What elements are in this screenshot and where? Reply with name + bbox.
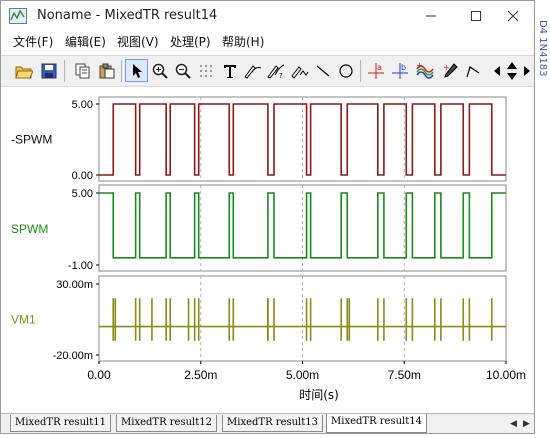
scroll-updown-icon[interactable] (504, 59, 520, 82)
svg-text:?: ? (279, 72, 283, 79)
zoom-out-icon[interactable] (171, 59, 194, 82)
tab-result11[interactable]: MixedTR result11 (10, 415, 111, 432)
series-label: -SPWM (11, 133, 52, 147)
tab-result13[interactable]: MixedTR result13 (222, 415, 323, 432)
side-label: D4 1N4183 (537, 20, 548, 77)
ellipse-tool-icon[interactable] (334, 59, 357, 82)
result-tabs: MixedTR result11 MixedTR result12 MixedT… (1, 413, 534, 433)
cursor-a-icon[interactable] (241, 59, 264, 82)
grid-select-icon[interactable] (194, 59, 217, 82)
menu-help[interactable]: 帮助(H) (222, 33, 264, 50)
tab-scroll-right-icon[interactable]: ▶ (520, 416, 533, 431)
x-axis-label: 时间(s) (299, 388, 339, 402)
series-label: SPWM (11, 222, 48, 236)
caret-left-icon (493, 65, 500, 76)
tab-result12[interactable]: MixedTR result12 (116, 415, 217, 432)
y-tick-label: 0.00 (72, 170, 93, 182)
y-tick-label: 30.00m (56, 279, 93, 291)
y-tick-label: -1.00 (68, 260, 93, 272)
tab-result14[interactable]: MixedTR result14 (326, 414, 427, 433)
tab-scroll-left-icon[interactable]: ◀ (507, 416, 520, 431)
pointer-icon[interactable] (125, 59, 148, 82)
line-tool-icon[interactable] (311, 59, 334, 82)
copy-icon[interactable] (71, 59, 94, 82)
svg-text:b: b (401, 63, 406, 72)
cursor-b-marker-icon[interactable]: b (388, 59, 411, 82)
open-folder-icon[interactable] (12, 59, 35, 82)
scroll-right-button[interactable] (520, 59, 534, 82)
svg-text:+: + (443, 63, 450, 72)
toolbar-separator (121, 60, 122, 82)
svg-text:a: a (377, 63, 382, 72)
window-title: Noname - MixedTR result14 (37, 8, 218, 23)
paste-icon[interactable] (95, 59, 118, 82)
menu-process[interactable]: 处理(P) (170, 33, 211, 50)
minimize-button[interactable] (409, 1, 453, 31)
toolbar-separator (360, 60, 361, 82)
menu-file[interactable]: 文件(F) (13, 33, 53, 50)
app-window: Noname - MixedTR result14 文件(F) 编辑(E) 视图… (0, 0, 535, 434)
menu-edit[interactable]: 编辑(E) (65, 33, 106, 50)
series-label: VM1 (11, 313, 36, 327)
waveform-plot[interactable]: 5.00 0.00 -SPWM 5.00 -1.00 SPWM 30.00m -20.00m V… (1, 89, 534, 411)
menu-bar: 文件(F) 编辑(E) 视图(V) 处理(P) 帮助(H) (1, 31, 534, 51)
maximize-icon (471, 11, 481, 21)
y-tick-label: 5.00 (72, 188, 93, 200)
toolbar: ? a b + + (1, 55, 534, 87)
x-tick-label: 10.00m (486, 368, 526, 382)
zoom-in-icon[interactable] (148, 59, 171, 82)
minimize-icon (426, 15, 436, 17)
x-tick-label: 7.50m (388, 368, 421, 382)
save-icon[interactable] (37, 59, 60, 82)
curve-icon[interactable] (288, 59, 311, 82)
x-tick-label: 2.50m (184, 368, 217, 382)
background-window-strip: D4 1N4183 (536, 0, 550, 438)
title-bar: Noname - MixedTR result14 (1, 1, 534, 31)
pointer-marker-icon[interactable] (461, 59, 484, 82)
y-tick-label: -20.00m (53, 350, 93, 362)
cursor-a-marker-icon[interactable]: a (364, 59, 387, 82)
close-icon (507, 10, 519, 22)
x-tick-label: 0.00 (87, 368, 111, 382)
svg-text:+: + (416, 62, 423, 70)
y-tick-label: 5.00 (72, 99, 93, 111)
app-icon (9, 8, 27, 24)
marker-pen-icon[interactable]: + (438, 59, 461, 82)
add-curve-icon[interactable]: + (413, 59, 436, 82)
menu-view[interactable]: 视图(V) (117, 33, 159, 50)
text-tool-icon[interactable] (218, 59, 241, 82)
cursor-b-icon[interactable]: ? (264, 59, 287, 82)
caret-right-icon (524, 65, 530, 76)
close-button[interactable] (491, 1, 535, 31)
x-tick-label: 5.00m (286, 368, 319, 382)
toolbar-separator (64, 60, 65, 82)
